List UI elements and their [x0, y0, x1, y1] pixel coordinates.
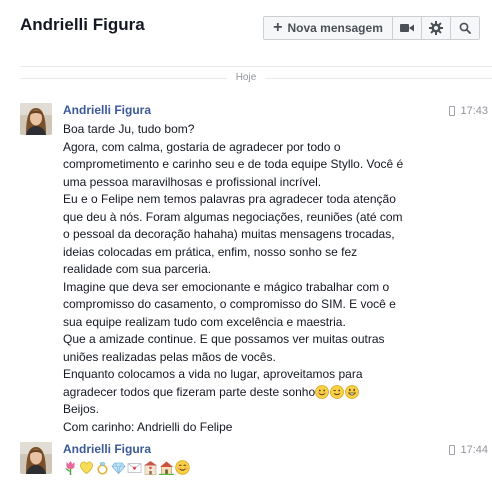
message-timestamp: 17:43 — [449, 105, 488, 117]
header-toolbar: + Nova mensagem — [263, 16, 480, 40]
video-call-icon — [400, 24, 414, 32]
message-line: Boa tarde Ju, tudo bom? — [63, 122, 195, 136]
search-icon — [459, 22, 471, 34]
message-body: Boa tarde Ju, tudo bom? Agora, com calma… — [63, 121, 448, 436]
header-divider — [20, 66, 492, 67]
message-line: Que a amizade continue. E que possamos v… — [63, 332, 385, 346]
gem-icon — [111, 462, 126, 475]
wedding-icon — [144, 461, 157, 476]
grinning-face-icon — [345, 385, 360, 400]
conversation-title[interactable]: Andrielli Figura — [20, 15, 145, 35]
day-separator: Hoje — [0, 72, 492, 84]
avatar[interactable] — [20, 442, 52, 474]
message-line: ideias colocadas em prática, enfim, noss… — [63, 244, 358, 259]
message-line: que deu à nós. Foram algumas negociações… — [63, 209, 403, 224]
message-line: uma pessoa maravilhosas e profissional i… — [63, 174, 322, 189]
separator-line-right — [265, 78, 492, 79]
smiling-face-icon — [315, 385, 330, 400]
love-letter-icon — [127, 463, 142, 474]
message-line: compromisso do casamento, o compromisso … — [63, 297, 396, 311]
ring-icon — [97, 462, 108, 475]
message-line: Beijos. — [63, 402, 100, 416]
settings-button[interactable] — [421, 16, 451, 40]
message-body — [63, 459, 448, 477]
message-line: sua equipe realizam tudo com excelência … — [63, 314, 346, 329]
message-line: Eu e o Felipe nem temos palavras pra agr… — [63, 192, 396, 206]
conversation-header: Andrielli Figura + Nova mensagem — [0, 0, 492, 56]
plus-icon: + — [273, 19, 283, 36]
avatar-photo — [20, 103, 52, 135]
message-line: Imagine que deva ser emocionante e mágic… — [63, 279, 390, 294]
sender-name[interactable]: Andrielli Figura — [63, 103, 151, 117]
new-message-button[interactable]: + Nova mensagem — [263, 16, 393, 40]
timestamp-text: 17:43 — [460, 105, 488, 117]
message-line: realidade com sua parceria. — [63, 262, 212, 276]
mobile-phone-icon — [449, 445, 456, 455]
message-line: comprometimento e carinho seu e de toda … — [63, 157, 404, 171]
gear-icon — [429, 21, 443, 35]
message-timestamp: 17:44 — [449, 444, 488, 456]
separator-line-left — [20, 78, 227, 79]
search-button[interactable] — [450, 16, 480, 40]
mobile-phone-icon — [449, 106, 456, 116]
message-line: Enquanto colocamos a vida no lugar, apro… — [63, 367, 363, 381]
sender-name[interactable]: Andrielli Figura — [63, 442, 151, 456]
message-group: Andrielli Figura 17:43 Boa tarde Ju, tud… — [0, 100, 492, 434]
message-line: Com carinho: Andrielli do Felipe — [63, 419, 233, 434]
timestamp-text: 17:44 — [460, 444, 488, 456]
house-icon — [159, 461, 174, 476]
message-line: uniões realizadas pelas mãos de vocês. — [63, 349, 276, 364]
message-line: o pessoal da decoração hahaha) muitas me… — [63, 227, 395, 241]
tulip-icon — [65, 461, 75, 476]
avatar-photo — [20, 442, 52, 474]
message-line: Agora, com calma, gostaria de agradecer … — [63, 139, 341, 154]
emoji-row — [63, 459, 448, 477]
message-group: Andrielli Figura 17:44 — [0, 441, 492, 486]
day-separator-label: Hoje — [235, 72, 257, 83]
blushing-face-icon — [175, 460, 190, 476]
message-line: agradecer todos que fizeram parte deste … — [63, 384, 316, 399]
new-message-label: Nova mensagem — [287, 21, 383, 35]
avatar[interactable] — [20, 103, 52, 135]
video-call-button[interactable] — [392, 16, 422, 40]
message-line-with-emojis: agradecer todos que fizeram parte deste … — [63, 384, 448, 402]
yellow-heart-icon — [80, 461, 93, 475]
wink-face-icon — [330, 385, 345, 400]
